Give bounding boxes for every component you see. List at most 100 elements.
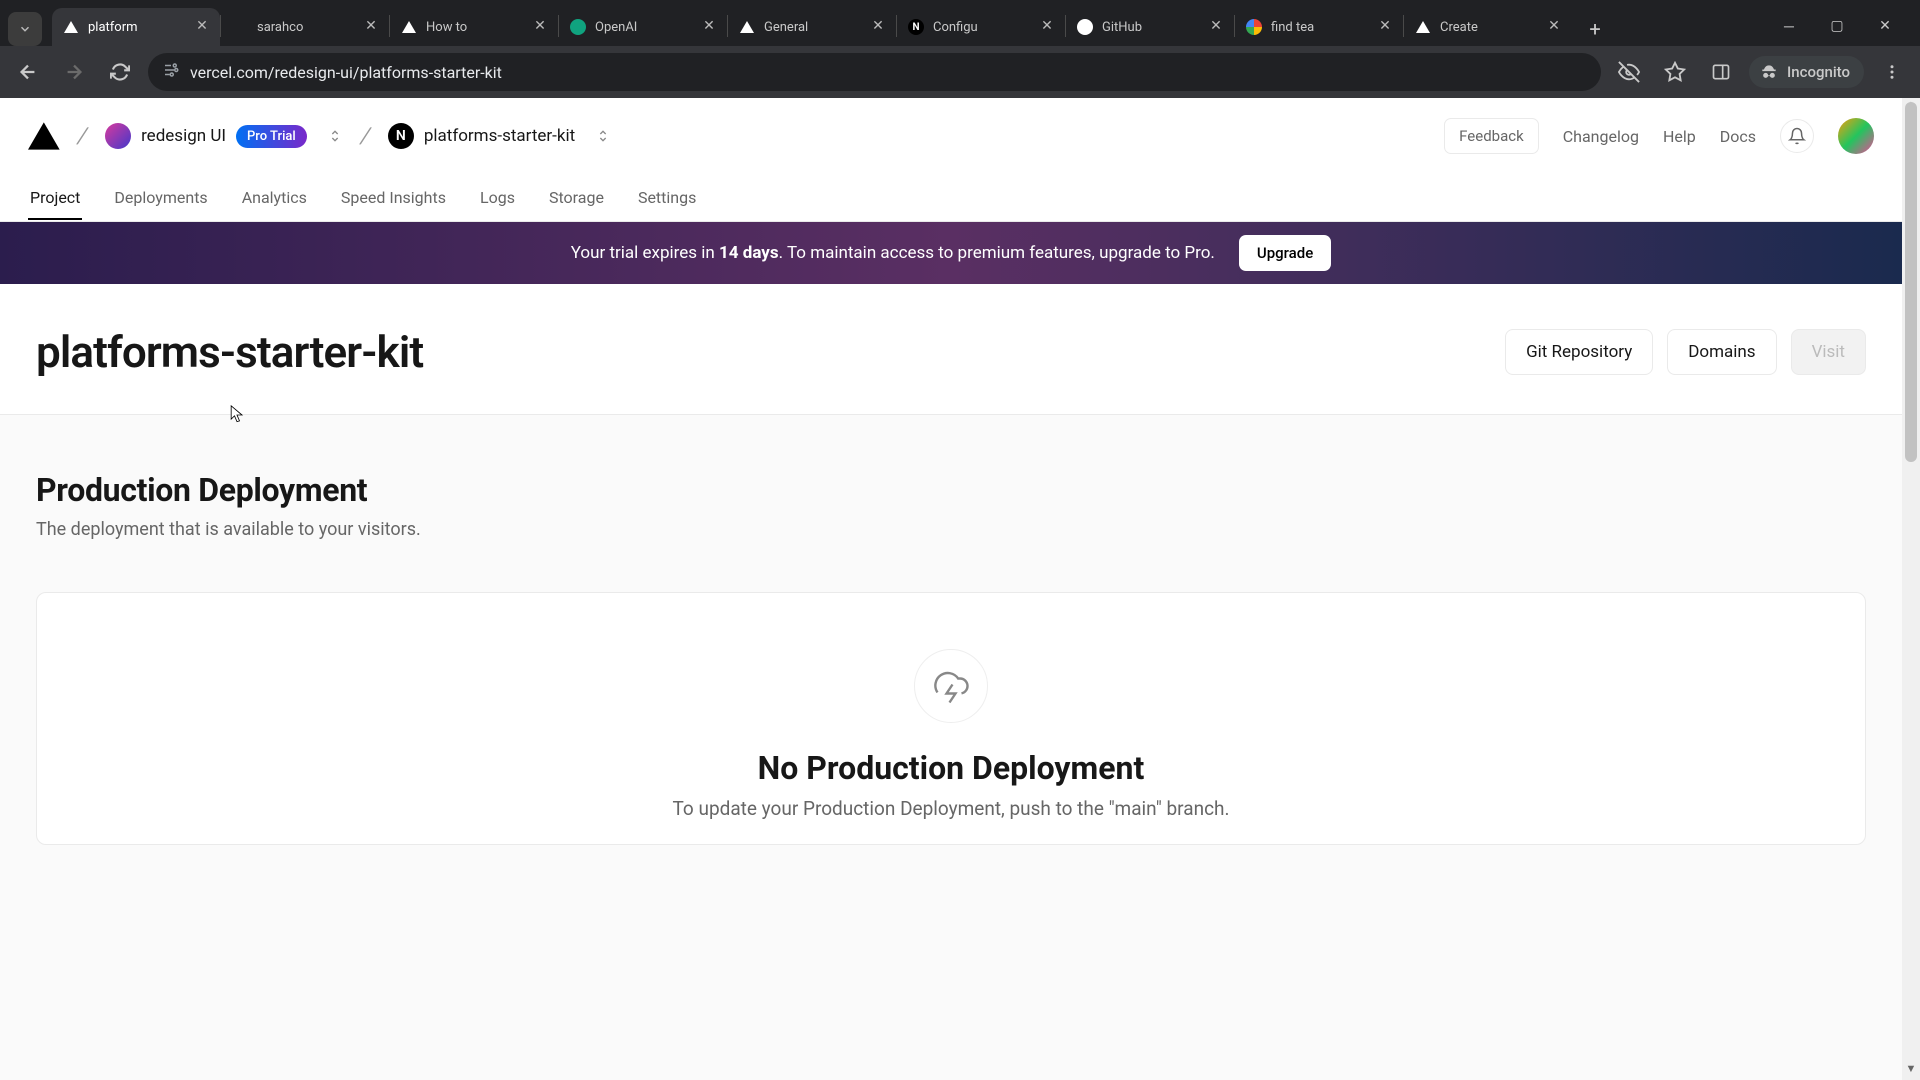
nav-logs[interactable]: Logs <box>478 176 517 219</box>
close-icon[interactable]: ✕ <box>870 19 886 35</box>
kebab-menu-icon[interactable] <box>1874 54 1910 90</box>
docs-link[interactable]: Docs <box>1720 127 1756 146</box>
domains-button[interactable]: Domains <box>1667 329 1776 375</box>
star-icon[interactable] <box>1657 54 1693 90</box>
close-icon[interactable]: ✕ <box>1039 19 1055 35</box>
production-deployment-section: Production Deployment The deployment tha… <box>0 415 1902 568</box>
team-avatar <box>105 123 131 149</box>
cloud-lightning-icon <box>914 649 988 723</box>
project-selector[interactable]: N platforms-starter-kit <box>388 123 611 149</box>
google-icon <box>1245 18 1263 36</box>
tab-title: Configu <box>933 20 1031 35</box>
tab-title: find tea <box>1271 20 1369 35</box>
triangle-icon <box>400 18 418 36</box>
visit-button[interactable]: Visit <box>1791 329 1866 375</box>
browser-tab[interactable]: N Configu ✕ <box>897 8 1065 46</box>
browser-tab[interactable]: sarahco ✕ <box>221 8 389 46</box>
help-link[interactable]: Help <box>1663 127 1696 146</box>
browser-tab[interactable]: platform ✕ <box>52 8 220 46</box>
breadcrumb-slash: / <box>357 124 373 149</box>
close-icon[interactable]: ✕ <box>532 19 548 35</box>
team-name: redesign UI <box>141 126 226 146</box>
url-text: vercel.com/redesign-ui/platforms-starter… <box>190 63 1587 82</box>
project-title-bar: platforms-starter-kit Git Repository Dom… <box>0 284 1902 415</box>
scrollbar-thumb[interactable] <box>1905 102 1917 462</box>
nav-deployments[interactable]: Deployments <box>112 176 209 219</box>
openai-icon <box>569 18 587 36</box>
browser-tab[interactable]: Create ✕ <box>1404 8 1572 46</box>
triangle-icon <box>738 18 756 36</box>
changelog-link[interactable]: Changelog <box>1563 127 1639 146</box>
deployment-card: No Production Deployment To update your … <box>36 592 1866 845</box>
upgrade-button[interactable]: Upgrade <box>1239 235 1331 271</box>
url-input[interactable]: vercel.com/redesign-ui/platforms-starter… <box>148 53 1601 91</box>
tab-title: sarahco <box>257 20 355 35</box>
browser-tab[interactable]: General ✕ <box>728 8 896 46</box>
chevron-up-down-icon[interactable] <box>327 127 343 145</box>
chevron-up-down-icon[interactable] <box>595 127 611 145</box>
close-icon[interactable]: ✕ <box>1208 19 1224 35</box>
triangle-icon <box>1414 18 1432 36</box>
pro-trial-badge: Pro Trial <box>236 125 307 148</box>
browser-tab[interactable]: find tea ✕ <box>1235 8 1403 46</box>
page-content: / redesign UI Pro Trial / N platforms-st… <box>0 98 1902 1080</box>
feedback-button[interactable]: Feedback <box>1444 118 1539 154</box>
nav-storage[interactable]: Storage <box>547 176 606 219</box>
browser-tab[interactable]: OpenAI ✕ <box>559 8 727 46</box>
triangle-icon <box>62 18 80 36</box>
project-avatar: N <box>388 123 414 149</box>
nav-project[interactable]: Project <box>28 176 82 219</box>
github-icon <box>1076 18 1094 36</box>
address-bar: vercel.com/redesign-ui/platforms-starter… <box>0 46 1920 98</box>
site-settings-icon[interactable] <box>162 61 180 83</box>
close-icon[interactable]: ✕ <box>1377 19 1393 35</box>
tab-title: GitHub <box>1102 20 1200 35</box>
close-icon[interactable]: ✕ <box>194 19 210 35</box>
browser-tab[interactable]: How to ✕ <box>390 8 558 46</box>
maximize-button[interactable]: ▢ <box>1824 18 1850 35</box>
browser-tab-strip: platform ✕ sarahco ✕ How to ✕ OpenAI ✕ G… <box>0 0 1920 46</box>
user-avatar[interactable] <box>1838 118 1874 154</box>
git-repository-button[interactable]: Git Repository <box>1505 329 1653 375</box>
page-title: platforms-starter-kit <box>36 326 423 378</box>
tab-title: How to <box>426 20 524 35</box>
close-window-button[interactable]: ✕ <box>1872 18 1898 35</box>
back-button[interactable] <box>10 54 46 90</box>
nav-settings[interactable]: Settings <box>636 176 698 219</box>
minimize-button[interactable]: ─ <box>1776 18 1802 35</box>
nextjs-icon: N <box>907 18 925 36</box>
project-nav: Project Deployments Analytics Speed Insi… <box>0 174 1902 222</box>
tab-title: General <box>764 20 862 35</box>
notifications-button[interactable] <box>1780 119 1814 153</box>
incognito-label: Incognito <box>1787 63 1850 81</box>
close-icon[interactable]: ✕ <box>363 19 379 35</box>
forward-button[interactable] <box>56 54 92 90</box>
tab-title: Create <box>1440 20 1538 35</box>
team-selector[interactable]: redesign UI Pro Trial <box>105 123 343 149</box>
breadcrumb-slash: / <box>75 124 91 149</box>
browser-tab[interactable]: GitHub ✕ <box>1066 8 1234 46</box>
close-icon[interactable]: ✕ <box>1546 19 1562 35</box>
section-title: Production Deployment <box>36 471 1866 509</box>
sidepanel-icon[interactable] <box>1703 54 1739 90</box>
tab-title: OpenAI <box>595 20 693 35</box>
reload-button[interactable] <box>102 54 138 90</box>
tab-title: platform <box>88 20 186 35</box>
vercel-logo[interactable] <box>28 122 60 150</box>
new-tab-button[interactable]: + <box>1578 12 1612 46</box>
scroll-down-icon[interactable]: ▼ <box>1902 1062 1920 1080</box>
nav-speed-insights[interactable]: Speed Insights <box>339 176 448 219</box>
empty-state-subtitle: To update your Production Deployment, pu… <box>673 797 1230 820</box>
empty-state-title: No Production Deployment <box>758 749 1145 787</box>
favicon <box>231 18 249 36</box>
close-icon[interactable]: ✕ <box>701 19 717 35</box>
vertical-scrollbar[interactable]: ▲ ▼ <box>1902 98 1920 1080</box>
banner-text: Your trial expires in 14 days. To mainta… <box>571 243 1215 263</box>
eye-off-icon[interactable] <box>1611 54 1647 90</box>
section-subtitle: The deployment that is available to your… <box>36 519 1866 540</box>
trial-banner: Your trial expires in 14 days. To mainta… <box>0 222 1902 284</box>
incognito-badge[interactable]: Incognito <box>1749 56 1864 88</box>
tab-search-button[interactable] <box>8 12 42 46</box>
window-controls: ─ ▢ ✕ <box>1776 18 1912 35</box>
nav-analytics[interactable]: Analytics <box>240 176 309 219</box>
